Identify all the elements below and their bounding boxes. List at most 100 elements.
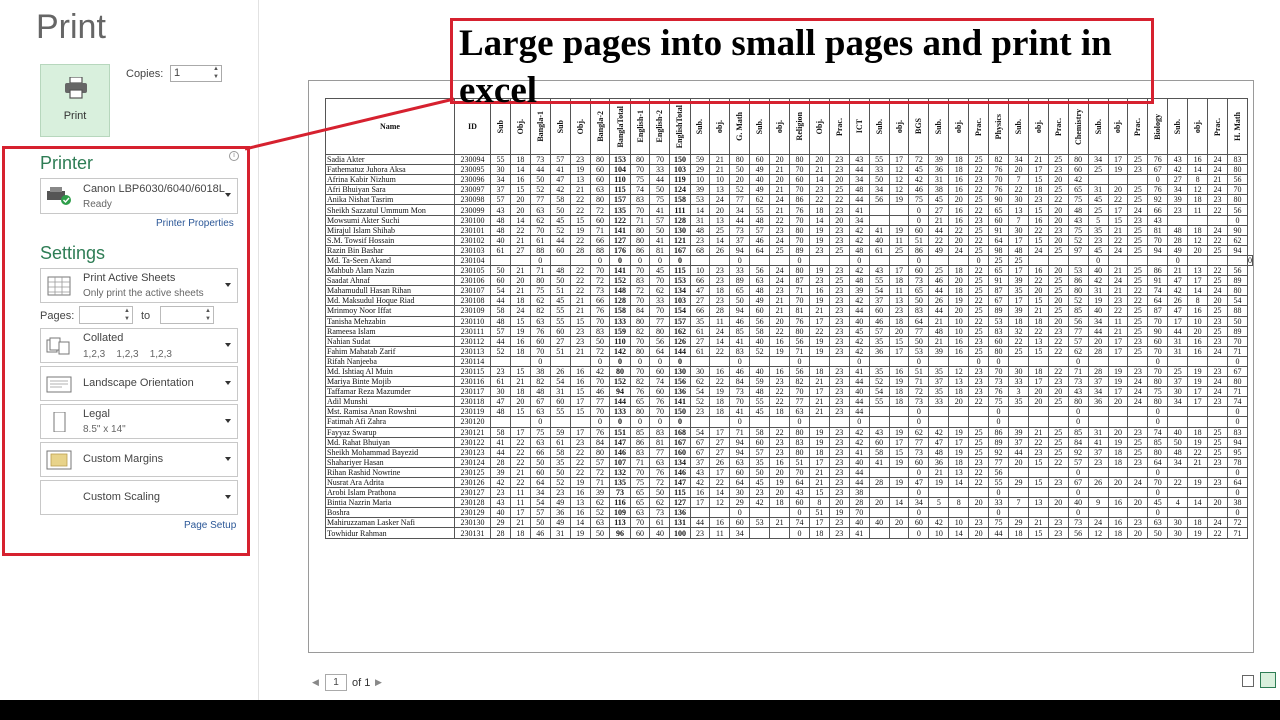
table-cell: 18 — [1027, 315, 1049, 327]
table-cell — [1207, 214, 1228, 226]
table-cell: 58 — [749, 325, 771, 337]
table-cell: 19 — [1187, 527, 1209, 539]
table-cell: 43 — [490, 204, 511, 216]
table-cell — [1067, 254, 1089, 267]
show-margins-icon[interactable] — [1242, 675, 1254, 687]
table-cell: 24 — [1107, 275, 1129, 287]
table-cell: 50 — [649, 184, 671, 196]
table-cell: 40 — [490, 507, 511, 519]
table-cell: 0 — [908, 355, 930, 367]
table-cell: 19 — [888, 376, 910, 388]
table-cell: 92 — [988, 446, 1009, 458]
table-cell: 20 — [888, 325, 910, 337]
table-cell: 94 — [1226, 244, 1249, 256]
table-cell: 23 — [1127, 214, 1149, 226]
table-cell: 34 — [1087, 315, 1109, 327]
table-cell: 58 — [549, 446, 571, 458]
table-cell: 70 — [649, 406, 671, 418]
table-cell: 51 — [549, 345, 571, 357]
table-cell: 20 — [968, 527, 990, 539]
table-cell: 22 — [569, 446, 591, 458]
table-cell: 94 — [729, 244, 751, 256]
table-cell: 44 — [928, 305, 950, 317]
table-cell: 11 — [1187, 204, 1209, 216]
table-cell: 23 — [968, 335, 990, 347]
table-cell: 43 — [868, 426, 890, 438]
table-cell: 23 — [828, 487, 850, 499]
table-cell: 230114 — [453, 355, 492, 367]
table-cell — [749, 355, 771, 367]
table-cell: 70 — [789, 234, 810, 246]
table-cell: 75 — [1147, 386, 1169, 398]
copies-up-icon[interactable]: ▲ — [211, 66, 221, 73]
table-cell — [1207, 254, 1228, 267]
current-page-input[interactable]: 1 — [325, 674, 347, 691]
table-cell — [1107, 174, 1129, 186]
table-cell: 66 — [689, 305, 711, 317]
table-cell: 22 — [1207, 265, 1228, 277]
table-cell: 71 — [1226, 386, 1249, 398]
print-button[interactable]: Print — [40, 64, 110, 137]
table-cell: 14 — [509, 164, 531, 176]
table-cell: 18 — [1107, 456, 1129, 468]
table-cell: 46 — [928, 275, 950, 287]
next-page-icon[interactable]: ▶ — [375, 677, 382, 688]
table-cell — [689, 416, 711, 428]
table-cell: 22 — [1207, 234, 1228, 246]
table-cell: 45 — [908, 164, 930, 176]
table-cell: 25 — [1127, 153, 1149, 166]
zoom-to-page-icon[interactable] — [1260, 672, 1276, 688]
table-row: Md. Ta-Seen Akand 230104 0 0 0 0 0 0 0 0 0 0 0 25 25 0 0… — [325, 254, 1253, 267]
table-cell: 44 — [1167, 325, 1189, 337]
table-cell: 30 — [490, 164, 511, 176]
table-cell: 60 — [868, 436, 890, 448]
table-cell: 57 — [868, 325, 890, 337]
table-cell: 44 — [729, 214, 751, 226]
table-cell: 60 — [868, 305, 890, 317]
table-cell: 22 — [769, 386, 791, 398]
table-row: Rameesa Islam 230111 57 19 76 60 23 83 159 82 80 16… — [325, 325, 1253, 337]
table-cell — [1087, 416, 1109, 428]
table-cell: 64 — [908, 315, 930, 327]
table-cell: 40 — [848, 517, 870, 529]
table-cell: 230130 — [453, 517, 492, 529]
copies-input[interactable]: 1 ▲ ▼ — [170, 65, 222, 82]
table-cell: 44 — [1008, 446, 1029, 458]
table-cell: 25 — [1047, 275, 1069, 287]
table-cell: 42 — [908, 174, 930, 186]
table-cell: 52 — [529, 184, 551, 196]
table-cell: 60 — [589, 214, 611, 226]
table-cell: 16 — [1027, 265, 1049, 277]
table-cell: 15 — [509, 365, 531, 378]
table-cell: 25 — [1127, 184, 1149, 196]
table-cell: 80 — [1067, 396, 1089, 408]
table-cell: 17 — [1107, 335, 1129, 347]
table-cell: 49 — [749, 184, 771, 196]
table-cell: 80 — [1147, 376, 1169, 388]
table-cell: 54 — [868, 386, 890, 398]
table-cell — [1008, 466, 1029, 479]
table-cell: 80 — [1067, 153, 1089, 166]
table-cell: 70 — [988, 365, 1009, 378]
table-cell: 10 — [948, 517, 970, 529]
table-cell: 22 — [1127, 285, 1149, 297]
table-cell — [1087, 507, 1109, 519]
table-cell: 48 — [529, 386, 551, 398]
table-cell: 23 — [968, 386, 990, 398]
table-cell: 35 — [549, 456, 571, 468]
table-cell: 21 — [808, 164, 830, 176]
table-cell — [1027, 487, 1049, 499]
table-cell: 19 — [808, 345, 830, 357]
table-cell: 20 — [808, 153, 830, 166]
table-cell: 16 — [769, 335, 791, 347]
table-cell: 88 — [529, 244, 551, 256]
table-cell — [549, 254, 571, 267]
table-cell: 76 — [649, 396, 671, 408]
table-cell: 0 — [1067, 406, 1089, 418]
copies-down-icon[interactable]: ▼ — [211, 74, 221, 81]
table-cell: 31 — [1087, 426, 1109, 438]
table-cell: 24 — [1207, 224, 1228, 236]
table-cell: 0 — [1147, 406, 1169, 418]
table-cell: 50 — [529, 456, 551, 468]
prev-page-icon[interactable]: ◀ — [312, 677, 319, 688]
